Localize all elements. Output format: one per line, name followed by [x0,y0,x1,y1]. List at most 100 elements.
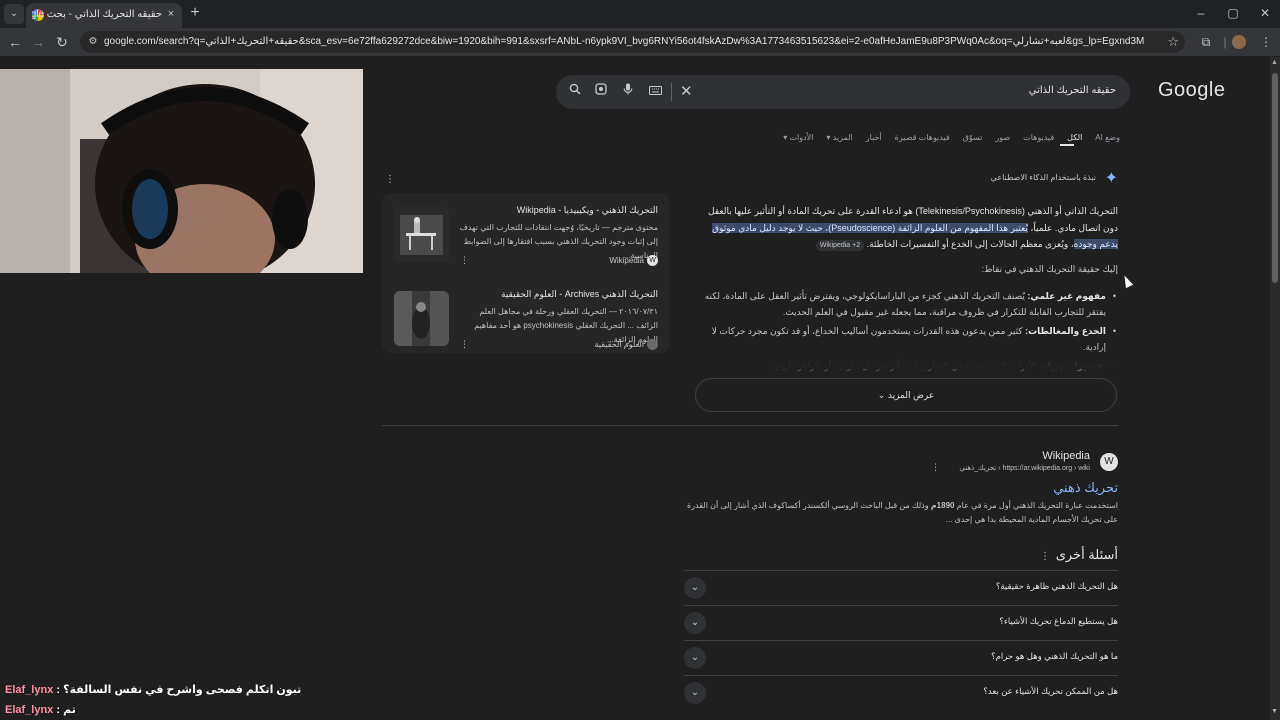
site-favicon-icon [647,339,658,350]
bookmark-star-icon[interactable]: ☆ [1167,34,1179,50]
keyboard-icon[interactable] [646,83,664,101]
ai-sparkle-icon: ✦ [1104,170,1118,187]
tab-search-button[interactable]: ⌄ [4,4,24,24]
result-snippet: استخدمت عبارة التحريك الذهني أول مرة في … [684,499,1118,527]
scroll-up-arrow-icon[interactable]: ▲ [1271,59,1278,66]
chat-message: Elaf_lynx : تم [5,700,405,720]
paa-question-text[interactable]: هل التحريك الذهني ظاهرة حقيقية؟ [996,581,1118,592]
chat-text: تبون اتكلم فصحى واشرح في نفس السالفة؟ [63,684,302,696]
source-menu-icon[interactable]: ⋮ [460,255,469,266]
paa-question-text[interactable]: هل يستطيع الدماغ تحريك الأشياء؟ [999,616,1118,627]
microphone-icon[interactable] [619,83,637,101]
search-type-tabs: وضع AI الكل فيديوهات صور تسوّق فيديوهات قصيرة… [755,127,1120,143]
search-box[interactable]: ✕ حقيقه التحريك الذاتي [556,75,1130,109]
ai-overview-label: نبذة باستخدام الذكاء الاصطناعي [990,173,1096,182]
chat-text: تم [63,704,76,716]
ai-overview-fade [692,347,1118,369]
webcam-image [0,69,363,273]
google-logo[interactable]: Google [1158,79,1226,102]
chat-username: Elaf_lynx [5,704,54,716]
source-site: العلوم الحقيقية [594,340,644,349]
bullet-bold: الخدع والمغالطات: [1025,326,1106,336]
tab-news[interactable]: أخبار [866,133,882,142]
tab-short-videos[interactable]: فيديوهات قصيرة [895,133,950,142]
result-title-link[interactable]: تحريك ذهني [1053,480,1118,496]
paa-question[interactable]: هل من الممكن تحريك الأشياء عن بعد؟ ⌄ [684,675,1118,710]
tab-images[interactable]: صور [995,133,1010,142]
ai-text-end: ، ويُعزى معظم الحالات إلى الخدع أو التفس… [866,239,1074,249]
browser-tab-active[interactable]: حقيقه التحريك الذاتي - بحث Google × [26,3,182,28]
chat-separator: : [53,684,64,696]
paa-question[interactable]: ما هو التحريك الذهني وهل هو حرام؟ ⌄ [684,640,1118,675]
ai-overview-intro: إليك حقيقة التحريك الذهني في نقاط: [981,264,1118,274]
tab-all[interactable]: الكل [1067,133,1082,142]
section-divider [382,425,1118,426]
chevron-down-icon[interactable]: ⌄ [684,612,706,634]
reload-button[interactable]: ↻ [52,32,72,52]
profile-avatar[interactable] [1232,35,1246,49]
extensions-icon[interactable]: ⧉ [1196,32,1216,52]
snippet-year: 1890م [930,501,955,510]
tab-close-icon[interactable]: × [164,7,178,21]
source-card[interactable]: التحريك الذهني Archives - العلوم الحقيقي… [386,281,668,357]
page-scrollbar[interactable]: ▲ ▼ [1270,57,1280,720]
tab-tools[interactable]: الأدوات ▾ [783,133,813,142]
forward-button[interactable]: → [28,32,48,52]
wikipedia-favicon-icon: W [647,255,658,266]
ai-overview-paragraph: التحريك الذاتي أو الذهني (Telekinesis/Ps… [692,203,1118,253]
paa-question[interactable]: هل يستطيع الدماغ تحريك الأشياء؟ ⌄ [684,605,1118,640]
list-item: مفهوم غير علمي: يُصنف التحريك الذهني كجز… [692,289,1118,320]
lens-icon[interactable] [592,83,610,101]
ai-overview-header: ✦ نبذة باستخدام الذكاء الاصطناعي [970,170,1118,187]
search-icon[interactable] [566,83,584,101]
result-url[interactable]: https://ar.wikipedia.org › wiki › تحريك_… [959,464,1090,472]
maximize-button[interactable]: ▢ [1218,4,1248,22]
wikipedia-favicon-icon: W [1100,453,1118,471]
clear-search-icon[interactable]: ✕ [680,83,693,101]
active-tab-indicator [1060,144,1074,146]
tab-strip: ⌄ حقيقه التحريك الذاتي - بحث Google × + … [0,0,1280,28]
paa-question-text[interactable]: ما هو التحريك الذهني وهل هو حرام؟ [991,651,1118,662]
source-title[interactable]: التحريك الذهني - ويكيبيديا - Wikipedia [458,205,658,216]
chevron-down-icon[interactable]: ⌄ [684,647,706,669]
source-menu-icon[interactable]: ⋮ [460,339,469,350]
source-chip[interactable]: Wikipedia +2 [815,240,865,251]
paa-question-text[interactable]: هل من الممكن تحريك الأشياء عن بعد؟ [983,686,1118,697]
site-info-icon[interactable]: ⚙ [86,35,100,49]
searchbar-divider [671,83,672,101]
source-thumbnail [394,207,449,262]
source-thumbnail [394,291,449,346]
tab-more[interactable]: المزيد ▾ [826,133,852,142]
tab-videos[interactable]: فيديوهات [1023,133,1054,142]
chat-username: Elaf_lynx [5,684,54,696]
back-button[interactable]: ← [5,32,25,52]
ai-overview-menu-icon[interactable]: ⋮ [385,174,395,185]
tab-title: حقيقه التحريك الذاتي - بحث Google [32,9,162,20]
chat-separator: : [53,704,64,716]
paa-question[interactable]: هل التحريك الذهني ظاهرة حقيقية؟ ⌄ [684,570,1118,605]
address-bar[interactable]: ⚙ google.com/search?q=حقيقه+التحريك+الذا… [80,31,1185,53]
browser-toolbar: ← → ↻ ⚙ google.com/search?q=حقيقه+التحري… [0,28,1280,56]
browser-menu-icon[interactable]: ⋮ [1256,32,1276,52]
result-menu-icon[interactable]: ⋮ [931,462,940,473]
chevron-down-icon[interactable]: ⌄ [684,682,706,704]
source-card[interactable]: التحريك الذهني - ويكيبيديا - Wikipedia م… [386,197,668,273]
chevron-down-icon[interactable]: ⌄ [684,577,706,599]
tab-shopping[interactable]: تسوّق [963,133,983,142]
window-close-button[interactable]: ✕ [1250,4,1280,22]
search-input[interactable]: حقيقه التحريك الذاتي [1029,85,1116,96]
new-tab-button[interactable]: + [186,4,204,22]
chat-message: Elaf_lynx : تبون اتكلم فصحى واشرح في نفس… [5,680,405,700]
tab-ai-mode[interactable]: وضع AI [1095,133,1120,142]
scroll-thumb[interactable] [1272,73,1278,283]
url-text[interactable]: google.com/search?q=حقيقه+التحريك+الذاتي… [104,35,1144,49]
show-more-button[interactable]: عرض المزيد ⌄ [695,378,1117,412]
scroll-down-arrow-icon[interactable]: ▼ [1271,708,1278,715]
result-site-name[interactable]: Wikipedia [1042,450,1090,462]
minimize-button[interactable]: – [1186,4,1216,22]
snippet-start: استخدمت عبارة التحريك الذهني أول مرة في … [954,501,1118,510]
source-title[interactable]: التحريك الذهني Archives - العلوم الحقيقي… [458,289,658,300]
bullet-bold: مفهوم غير علمي: [1027,291,1106,301]
source-site: Wikipedia [609,256,644,265]
paa-menu-icon[interactable]: ⋮ [1040,551,1050,562]
